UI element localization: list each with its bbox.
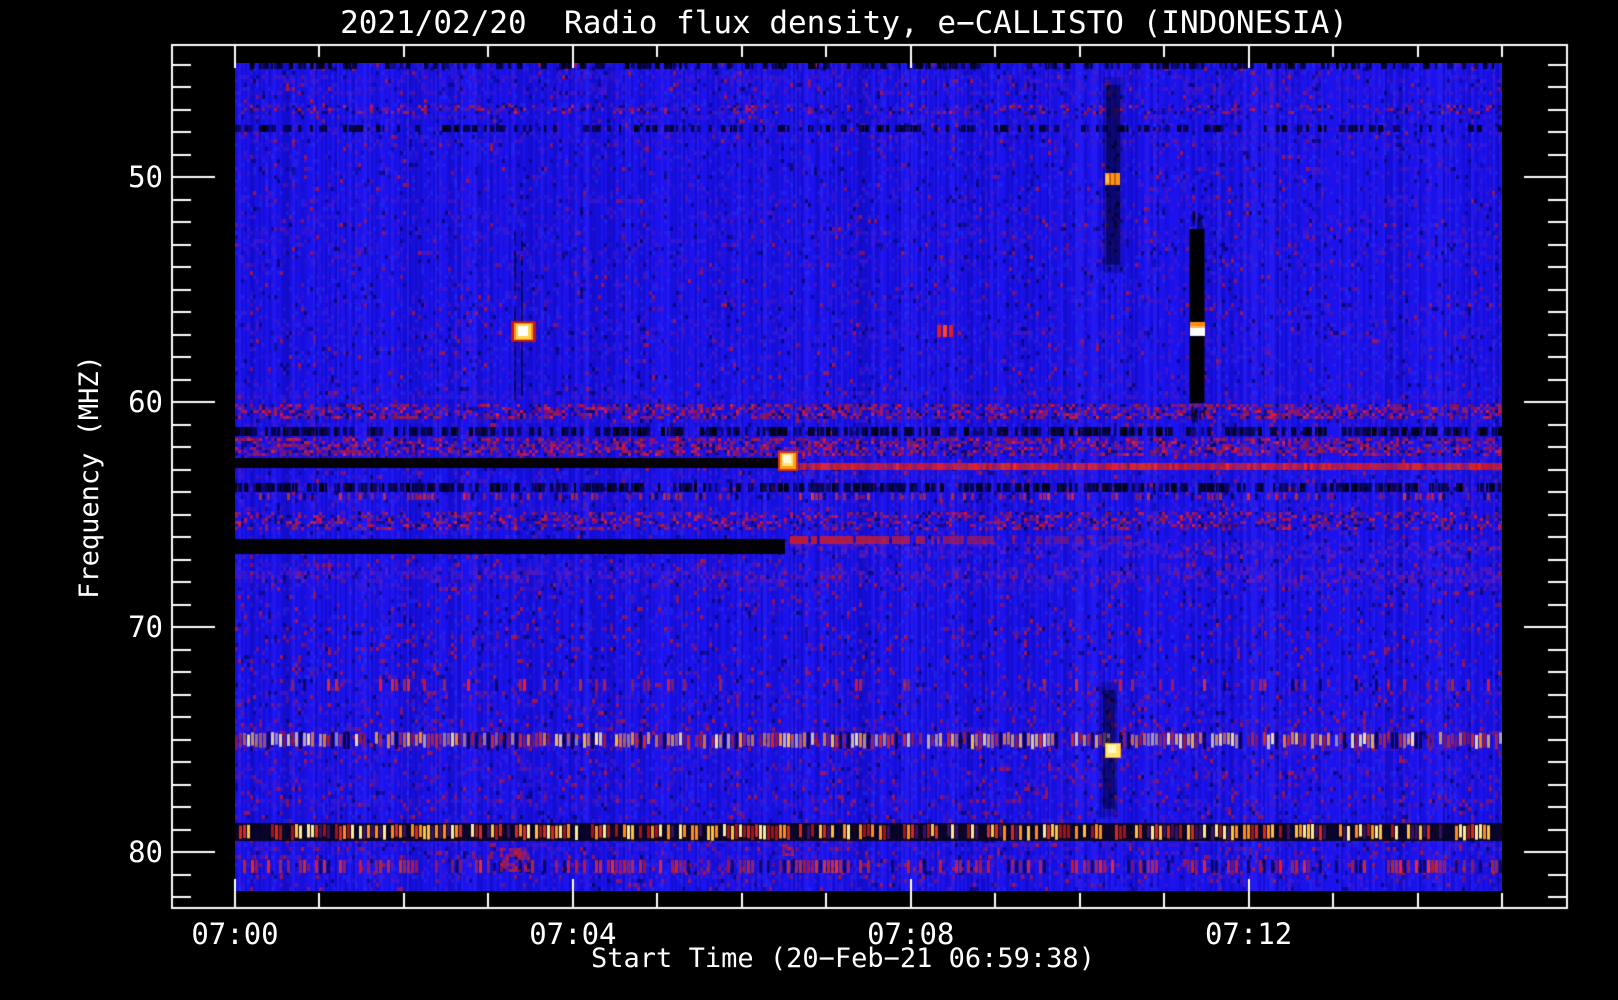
y-tick-label: 80 <box>128 835 163 869</box>
y-tick-label: 70 <box>128 610 163 644</box>
x-tick-label: 07:12 <box>1204 917 1293 951</box>
x-tick-label: 07:04 <box>529 917 617 951</box>
y-tick-label: 50 <box>128 160 163 194</box>
spectrogram-page: 2021/02/20 Radio flux density, e−CALLIST… <box>0 0 1618 1000</box>
axes-frame-ticks-canvas <box>0 0 1618 1000</box>
y-tick-label: 60 <box>128 385 163 419</box>
x-tick-label: 07:08 <box>867 917 955 951</box>
x-tick-label: 07:00 <box>191 917 279 951</box>
